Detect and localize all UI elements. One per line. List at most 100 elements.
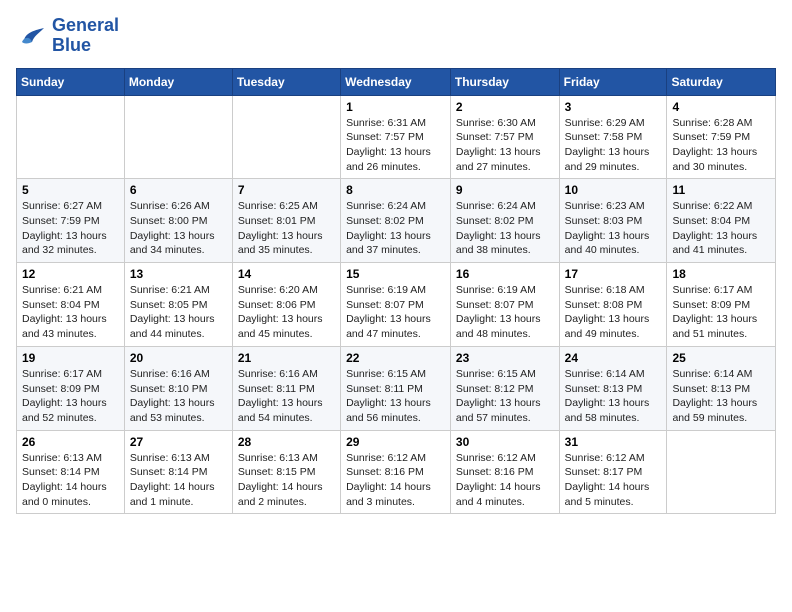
calendar-week-row: 26 Sunrise: 6:13 AM Sunset: 8:14 PM Dayli…	[17, 430, 776, 514]
page-header: General Blue	[16, 16, 776, 56]
day-of-week-header: Sunday	[17, 68, 125, 95]
day-info: Sunrise: 6:17 AM Sunset: 8:09 PM Dayligh…	[22, 367, 119, 426]
calendar-cell: 4 Sunrise: 6:28 AM Sunset: 7:59 PM Daylig…	[667, 95, 776, 179]
day-info: Sunrise: 6:22 AM Sunset: 8:04 PM Dayligh…	[672, 199, 770, 258]
calendar-cell: 1Sunrise: 6:31 AM Sunset: 7:57 PM Daylig…	[341, 95, 451, 179]
day-number: 1	[346, 100, 445, 114]
day-number: 16	[456, 267, 554, 281]
day-number: 8	[346, 183, 445, 197]
calendar-cell: 20Sunrise: 6:16 AM Sunset: 8:10 PM Dayli…	[124, 346, 232, 430]
day-number: 19	[22, 351, 119, 365]
day-number: 27	[130, 435, 227, 449]
calendar-cell: 2 Sunrise: 6:30 AM Sunset: 7:57 PM Daylig…	[450, 95, 559, 179]
day-number: 9	[456, 183, 554, 197]
day-info: Sunrise: 6:21 AM Sunset: 8:05 PM Dayligh…	[130, 283, 227, 342]
day-number: 26	[22, 435, 119, 449]
calendar-cell: 22 Sunrise: 6:15 AM Sunset: 8:11 PM Dayli…	[341, 346, 451, 430]
calendar-cell: 26 Sunrise: 6:13 AM Sunset: 8:14 PM Dayli…	[17, 430, 125, 514]
day-info: Sunrise: 6:26 AM Sunset: 8:00 PM Dayligh…	[130, 199, 227, 258]
day-info: Sunrise: 6:28 AM Sunset: 7:59 PM Dayligh…	[672, 116, 770, 175]
day-number: 15	[346, 267, 445, 281]
calendar-cell: 15Sunrise: 6:19 AM Sunset: 8:07 PM Dayli…	[341, 263, 451, 347]
day-number: 22	[346, 351, 445, 365]
calendar-table: SundayMondayTuesdayWednesdayThursdayFrid…	[16, 68, 776, 515]
day-info: Sunrise: 6:12 AM Sunset: 8:17 PM Dayligh…	[565, 451, 662, 510]
day-info: Sunrise: 6:24 AM Sunset: 8:02 PM Dayligh…	[456, 199, 554, 258]
day-of-week-header: Tuesday	[232, 68, 340, 95]
calendar-cell: 13 Sunrise: 6:21 AM Sunset: 8:05 PM Dayli…	[124, 263, 232, 347]
day-info: Sunrise: 6:15 AM Sunset: 8:11 PM Dayligh…	[346, 367, 445, 426]
day-number: 10	[565, 183, 662, 197]
calendar-cell: 30 Sunrise: 6:12 AM Sunset: 8:16 PM Dayli…	[450, 430, 559, 514]
day-info: Sunrise: 6:14 AM Sunset: 8:13 PM Dayligh…	[565, 367, 662, 426]
logo: General Blue	[16, 16, 119, 56]
calendar-cell: 28 Sunrise: 6:13 AM Sunset: 8:15 PM Dayli…	[232, 430, 340, 514]
day-info: Sunrise: 6:14 AM Sunset: 8:13 PM Dayligh…	[672, 367, 770, 426]
calendar-week-row: 12Sunrise: 6:21 AM Sunset: 8:04 PM Dayli…	[17, 263, 776, 347]
day-number: 13	[130, 267, 227, 281]
day-info: Sunrise: 6:15 AM Sunset: 8:12 PM Dayligh…	[456, 367, 554, 426]
day-of-week-header: Saturday	[667, 68, 776, 95]
day-number: 21	[238, 351, 335, 365]
calendar-cell: 29Sunrise: 6:12 AM Sunset: 8:16 PM Dayli…	[341, 430, 451, 514]
day-number: 2	[456, 100, 554, 114]
calendar-cell: 9 Sunrise: 6:24 AM Sunset: 8:02 PM Daylig…	[450, 179, 559, 263]
day-number: 30	[456, 435, 554, 449]
calendar-cell: 7Sunrise: 6:25 AM Sunset: 8:01 PM Daylig…	[232, 179, 340, 263]
day-of-week-header: Thursday	[450, 68, 559, 95]
calendar-cell: 6Sunrise: 6:26 AM Sunset: 8:00 PM Daylig…	[124, 179, 232, 263]
calendar-cell	[124, 95, 232, 179]
day-number: 31	[565, 435, 662, 449]
day-of-week-header: Friday	[559, 68, 667, 95]
day-info: Sunrise: 6:16 AM Sunset: 8:11 PM Dayligh…	[238, 367, 335, 426]
calendar-cell: 8 Sunrise: 6:24 AM Sunset: 8:02 PM Daylig…	[341, 179, 451, 263]
day-info: Sunrise: 6:29 AM Sunset: 7:58 PM Dayligh…	[565, 116, 662, 175]
calendar-week-row: 19 Sunrise: 6:17 AM Sunset: 8:09 PM Dayli…	[17, 346, 776, 430]
day-info: Sunrise: 6:18 AM Sunset: 8:08 PM Dayligh…	[565, 283, 662, 342]
calendar-cell: 12Sunrise: 6:21 AM Sunset: 8:04 PM Dayli…	[17, 263, 125, 347]
day-number: 3	[565, 100, 662, 114]
calendar-cell: 19 Sunrise: 6:17 AM Sunset: 8:09 PM Dayli…	[17, 346, 125, 430]
calendar-week-row: 5 Sunrise: 6:27 AM Sunset: 7:59 PM Daylig…	[17, 179, 776, 263]
day-number: 28	[238, 435, 335, 449]
day-info: Sunrise: 6:20 AM Sunset: 8:06 PM Dayligh…	[238, 283, 335, 342]
day-info: Sunrise: 6:19 AM Sunset: 8:07 PM Dayligh…	[456, 283, 554, 342]
day-number: 17	[565, 267, 662, 281]
calendar-header-row: SundayMondayTuesdayWednesdayThursdayFrid…	[17, 68, 776, 95]
day-info: Sunrise: 6:12 AM Sunset: 8:16 PM Dayligh…	[346, 451, 445, 510]
calendar-cell: 11 Sunrise: 6:22 AM Sunset: 8:04 PM Dayli…	[667, 179, 776, 263]
day-info: Sunrise: 6:21 AM Sunset: 8:04 PM Dayligh…	[22, 283, 119, 342]
day-info: Sunrise: 6:24 AM Sunset: 8:02 PM Dayligh…	[346, 199, 445, 258]
calendar-week-row: 1Sunrise: 6:31 AM Sunset: 7:57 PM Daylig…	[17, 95, 776, 179]
day-number: 11	[672, 183, 770, 197]
calendar-cell: 16 Sunrise: 6:19 AM Sunset: 8:07 PM Dayli…	[450, 263, 559, 347]
calendar-cell: 3 Sunrise: 6:29 AM Sunset: 7:58 PM Daylig…	[559, 95, 667, 179]
day-number: 7	[238, 183, 335, 197]
day-info: Sunrise: 6:23 AM Sunset: 8:03 PM Dayligh…	[565, 199, 662, 258]
day-number: 14	[238, 267, 335, 281]
day-number: 18	[672, 267, 770, 281]
calendar-cell: 25 Sunrise: 6:14 AM Sunset: 8:13 PM Dayli…	[667, 346, 776, 430]
day-info: Sunrise: 6:27 AM Sunset: 7:59 PM Dayligh…	[22, 199, 119, 258]
day-of-week-header: Wednesday	[341, 68, 451, 95]
day-info: Sunrise: 6:12 AM Sunset: 8:16 PM Dayligh…	[456, 451, 554, 510]
logo-text: General Blue	[52, 16, 119, 56]
day-number: 5	[22, 183, 119, 197]
day-info: Sunrise: 6:13 AM Sunset: 8:15 PM Dayligh…	[238, 451, 335, 510]
day-number: 4	[672, 100, 770, 114]
calendar-cell: 27 Sunrise: 6:13 AM Sunset: 8:14 PM Dayli…	[124, 430, 232, 514]
calendar-cell	[667, 430, 776, 514]
day-info: Sunrise: 6:17 AM Sunset: 8:09 PM Dayligh…	[672, 283, 770, 342]
calendar-cell	[232, 95, 340, 179]
day-number: 24	[565, 351, 662, 365]
day-info: Sunrise: 6:13 AM Sunset: 8:14 PM Dayligh…	[22, 451, 119, 510]
day-of-week-header: Monday	[124, 68, 232, 95]
day-info: Sunrise: 6:13 AM Sunset: 8:14 PM Dayligh…	[130, 451, 227, 510]
calendar-cell	[17, 95, 125, 179]
calendar-cell: 17 Sunrise: 6:18 AM Sunset: 8:08 PM Dayli…	[559, 263, 667, 347]
calendar-cell: 21 Sunrise: 6:16 AM Sunset: 8:11 PM Dayli…	[232, 346, 340, 430]
day-info: Sunrise: 6:30 AM Sunset: 7:57 PM Dayligh…	[456, 116, 554, 175]
calendar-cell: 31 Sunrise: 6:12 AM Sunset: 8:17 PM Dayli…	[559, 430, 667, 514]
day-number: 25	[672, 351, 770, 365]
calendar-cell: 10 Sunrise: 6:23 AM Sunset: 8:03 PM Dayli…	[559, 179, 667, 263]
